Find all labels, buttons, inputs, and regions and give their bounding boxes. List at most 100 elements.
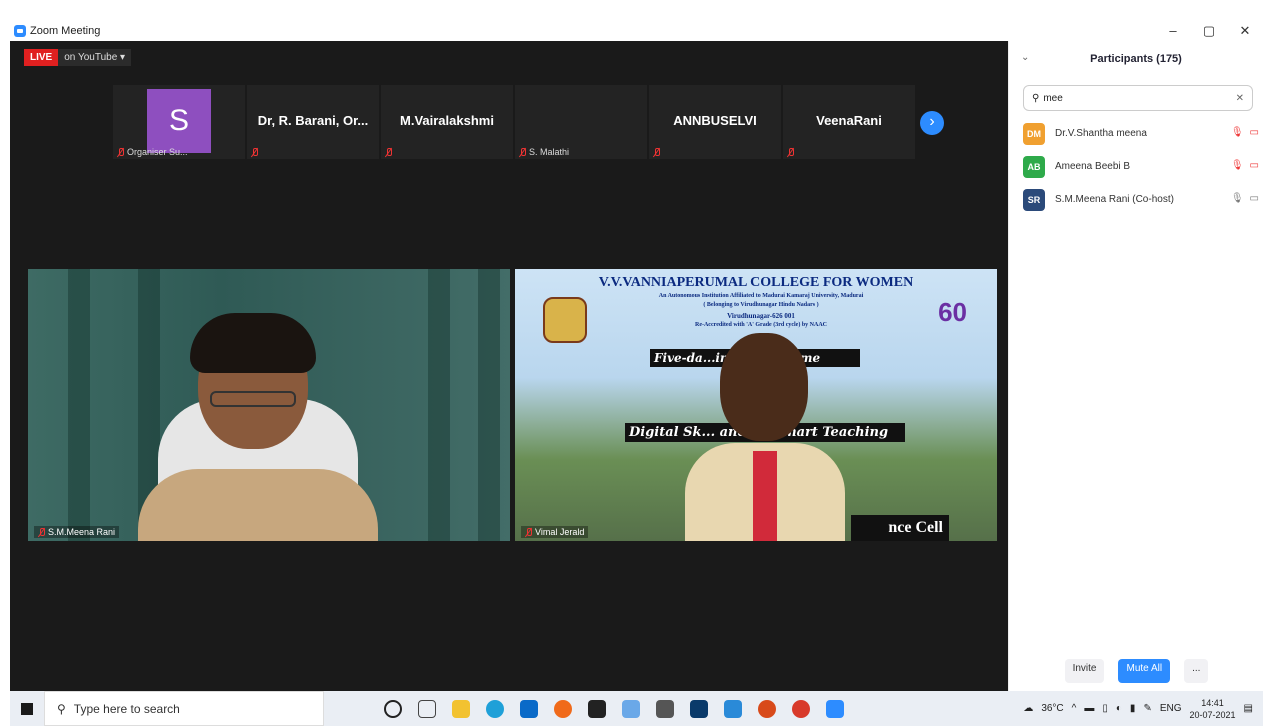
store-icon[interactable] — [520, 699, 538, 718]
task-view-icon[interactable] — [418, 699, 436, 718]
zoom-logo-icon — [14, 24, 26, 37]
participants-panel: ⌄ Participants (175) ⚲ mee ✕ DM Dr.V.Sha… — [1008, 41, 1263, 691]
close-button[interactable]: ✕ — [1227, 20, 1263, 41]
mic-icon[interactable]: ▮ — [1130, 703, 1136, 714]
mic-icon — [38, 527, 45, 537]
mic-muted-icon[interactable]: 🎙︎ — [1231, 160, 1244, 171]
video-off-icon[interactable]: ▭ — [1250, 127, 1259, 138]
video-area: LIVE on YouTube ▾ S Organiser Su... Dr, … — [10, 41, 1008, 691]
thumbnail-name: Dr, R. Barani, Or... — [257, 113, 369, 128]
mic-icon[interactable]: 🎙︎ — [1231, 193, 1244, 204]
search-value: mee — [1043, 92, 1063, 104]
network-icon[interactable]: ▬ — [1084, 703, 1094, 714]
battery-icon[interactable]: ▯ — [1102, 703, 1108, 714]
panel-header: ⌄ Participants (175) — [1009, 41, 1263, 77]
chevron-down-icon[interactable]: ⌄ — [1021, 52, 1029, 63]
avatar: DM — [1023, 122, 1045, 145]
participant-name: S.M.Meena Rani (Co-host) — [1055, 194, 1174, 205]
video-thumbnail[interactable]: ANNBUSELVI — [649, 85, 781, 159]
participant-search-input[interactable]: ⚲ mee ✕ — [1023, 85, 1253, 111]
participant-row[interactable]: DM Dr.V.Shantha meena 🎙︎ ▭ — [1023, 117, 1259, 150]
tile-name-label: S.M.Meena Rani — [34, 526, 120, 538]
file-explorer-icon[interactable] — [452, 699, 470, 718]
participant-video — [685, 331, 855, 541]
participant-row[interactable]: SR S.M.Meena Rani (Co-host) 🎙︎ ▭ — [1023, 183, 1259, 216]
panel-footer: Invite Mute All ... — [1009, 659, 1263, 683]
more-button[interactable]: ... — [1184, 659, 1209, 683]
dropbox-icon[interactable] — [588, 699, 606, 718]
live-badge: LIVE — [24, 49, 59, 66]
mic-muted-icon[interactable]: 🎙︎ — [1231, 127, 1244, 138]
video-tile-speaker[interactable]: S.M.Meena Rani — [28, 269, 510, 541]
avatar: S — [147, 89, 211, 153]
windows-logo-icon — [21, 702, 33, 715]
pinned-apps — [384, 699, 844, 718]
participant-list: DM Dr.V.Shantha meena 🎙︎ ▭ AB Ameena Beeb… — [1023, 117, 1259, 216]
weather-icon[interactable]: ☁ — [1023, 703, 1033, 714]
video-tile-presenter[interactable]: V.V.VANNIAPERUMAL COLLEGE FOR WOMEN An A… — [515, 269, 997, 541]
thumbnail-name: ANNBUSELVI — [673, 113, 757, 128]
thumbnail-name: Organiser Su... — [127, 147, 188, 157]
edge-icon[interactable] — [486, 699, 504, 718]
participant-row[interactable]: AB Ameena Beebi B 🎙︎ ▭ — [1023, 150, 1259, 183]
title-bar: Zoom Meeting – ▢ ✕ — [10, 20, 1263, 41]
next-page-button[interactable]: › — [920, 111, 944, 135]
taskbar: ⚲ Type here to search ☁ 36°C ^ ▬ ▯ ◐ ▮ ✎… — [10, 691, 1263, 726]
chevron-right-icon: › — [929, 113, 935, 130]
temperature[interactable]: 36°C — [1041, 703, 1063, 714]
thumbnail-name: M.Vairalakshmi — [400, 113, 494, 128]
search-icon: ⚲ — [1032, 92, 1040, 104]
clear-search-icon[interactable]: ✕ — [1236, 93, 1244, 104]
college-title: V.V.VANNIAPERUMAL COLLEGE FOR WOMEN — [598, 275, 914, 290]
participant-name: Dr.V.Shantha meena — [1055, 128, 1147, 139]
invite-button[interactable]: Invite — [1064, 659, 1105, 683]
zoom-icon[interactable] — [826, 699, 844, 718]
mic-muted-icon — [251, 148, 258, 157]
participant-video — [138, 313, 378, 541]
college-emblem-icon — [543, 297, 587, 343]
pen-icon[interactable]: ✎ — [1143, 703, 1151, 714]
live-indicator[interactable]: LIVE on YouTube ▾ — [24, 48, 132, 67]
video-thumbnail[interactable]: S Organiser Su... — [113, 85, 245, 159]
panel-title: Participants (175) — [1090, 53, 1182, 65]
video-thumbnail[interactable]: VeenaRani — [783, 85, 915, 159]
avatar: AB — [1023, 155, 1045, 178]
thumbnail-name: S. Malathi — [529, 147, 570, 157]
video-thumbnail[interactable]: M.Vairalakshmi — [381, 85, 513, 159]
volume-icon[interactable]: ◐ — [1116, 703, 1122, 714]
start-button[interactable] — [10, 691, 44, 726]
mic-muted-icon — [519, 147, 526, 157]
system-tray: ☁ 36°C ^ ▬ ▯ ◐ ▮ ✎ ENG 14:41 20-07-2021 … — [1023, 691, 1253, 726]
taskbar-search[interactable]: ⚲ Type here to search — [44, 691, 324, 726]
minimize-button[interactable]: – — [1155, 20, 1191, 41]
search-icon: ⚲ — [57, 701, 66, 716]
mic-muted-icon — [117, 147, 124, 157]
chrome-icon[interactable] — [792, 699, 810, 718]
paint-icon[interactable] — [622, 699, 640, 718]
window-title: Zoom Meeting — [30, 24, 101, 37]
calculator-icon[interactable] — [656, 699, 674, 718]
notification-icon[interactable]: ▤ — [1244, 703, 1253, 714]
mute-all-button[interactable]: Mute All — [1118, 659, 1171, 683]
firefox-icon[interactable] — [554, 699, 572, 718]
video-thumbnail[interactable]: S. Malathi — [515, 85, 647, 159]
mic-muted-icon — [787, 148, 794, 157]
photoshop-icon[interactable] — [690, 699, 708, 718]
clock[interactable]: 14:41 20-07-2021 — [1190, 697, 1236, 721]
thumbnail-name: VeenaRani — [816, 113, 882, 128]
video-thumbnail[interactable]: Dr, R. Barani, Or... — [247, 85, 379, 159]
screen: Zoom Meeting – ▢ ✕ LIVE on YouTube ▾ S O… — [0, 0, 1263, 726]
chevron-up-icon[interactable]: ^ — [1072, 703, 1077, 714]
app-icon[interactable] — [724, 699, 742, 718]
live-platform-dropdown[interactable]: on YouTube ▾ — [58, 49, 132, 66]
participant-name: Ameena Beebi B — [1055, 161, 1131, 172]
avatar: SR — [1023, 188, 1045, 211]
video-icon[interactable]: ▭ — [1250, 193, 1259, 204]
language-indicator[interactable]: ENG — [1160, 703, 1182, 714]
powerpoint-icon[interactable] — [758, 699, 776, 718]
video-off-icon[interactable]: ▭ — [1250, 160, 1259, 171]
mic-muted-icon — [653, 148, 660, 157]
cortana-icon[interactable] — [384, 699, 402, 718]
participant-strip: S Organiser Su... Dr, R. Barani, Or... M… — [113, 85, 915, 159]
restore-button[interactable]: ▢ — [1191, 20, 1227, 41]
